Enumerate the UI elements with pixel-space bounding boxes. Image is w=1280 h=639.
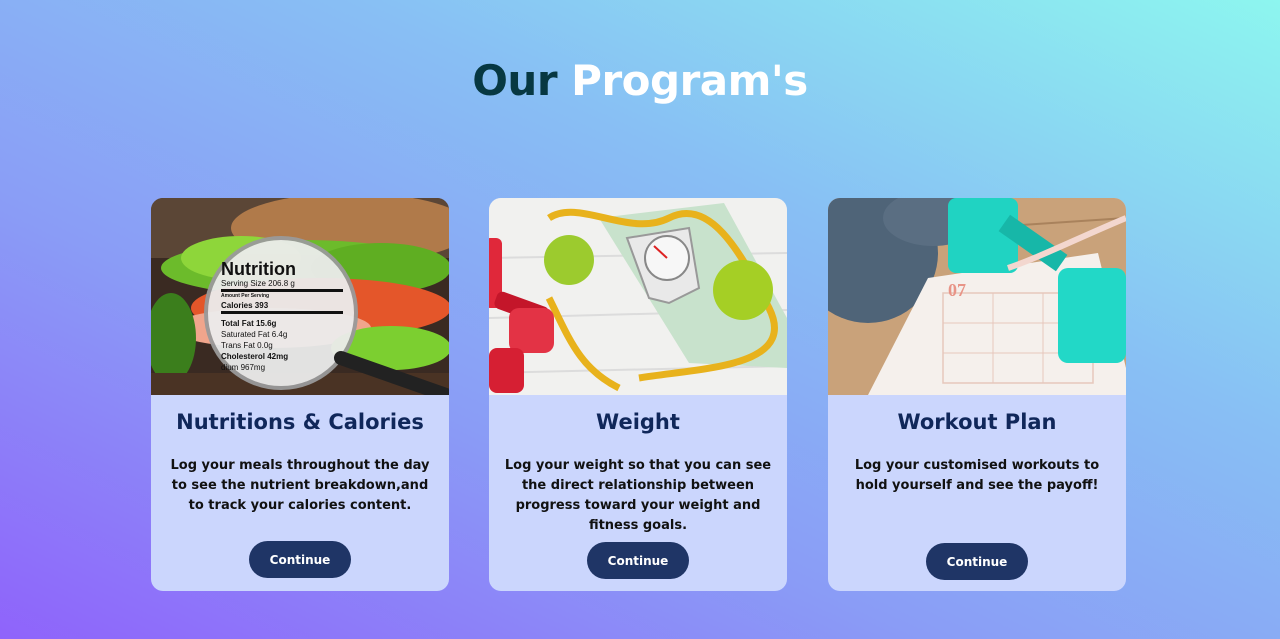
- nutrition-label-trans-fat: Trans Fat 0.0g: [221, 341, 273, 350]
- card-title: Weight: [596, 410, 680, 434]
- program-card-weight: Weight Log your weight so that you can s…: [489, 198, 787, 591]
- card-description: Log your customised workouts to hold you…: [854, 458, 1100, 493]
- nutrition-label-amount: Amount Per Serving: [221, 293, 270, 299]
- card-title: Workout Plan: [897, 410, 1057, 434]
- nutrition-label-cholesterol: Cholesterol 42mg: [221, 352, 289, 361]
- page-title-part-1: Our: [472, 56, 558, 105]
- weight-image: [489, 198, 787, 395]
- continue-button-nutrition[interactable]: Continue: [249, 541, 351, 578]
- continue-button-weight[interactable]: Continue: [587, 542, 689, 579]
- nutrition-label-sat-fat: Saturated Fat 6.4g: [221, 330, 288, 339]
- workout-image: 07: [828, 198, 1126, 395]
- program-card-nutrition: Nutrition Serving Size 206.8 g Amount Pe…: [151, 198, 449, 591]
- nutrition-label-title: Nutrition: [221, 259, 296, 279]
- nutrition-image: Nutrition Serving Size 206.8 g Amount Pe…: [151, 198, 449, 395]
- nutrition-label: Nutrition Serving Size 206.8 g Amount Pe…: [221, 260, 343, 373]
- card-description: Log your weight so that you can see the …: [504, 458, 772, 533]
- page-title-part-2: Program's: [571, 56, 808, 105]
- nutrition-label-calories: Calories 393: [221, 301, 343, 314]
- nutrition-label-serving: Serving Size 206.8 g: [221, 279, 343, 292]
- program-card-workout: 07 Workout Plan Log your customised work…: [828, 198, 1126, 591]
- calendar-number: 07: [948, 280, 966, 300]
- nutrition-label-sodium: dium 967mg: [221, 363, 266, 372]
- continue-button-workout[interactable]: Continue: [926, 543, 1028, 580]
- card-title: Nutritions & Calories: [176, 410, 424, 434]
- card-description: Log your meals throughout the day to see…: [170, 458, 430, 513]
- nutrition-label-total-fat: Total Fat 15.6g: [221, 319, 277, 328]
- page-title: Our Program's: [0, 56, 1280, 105]
